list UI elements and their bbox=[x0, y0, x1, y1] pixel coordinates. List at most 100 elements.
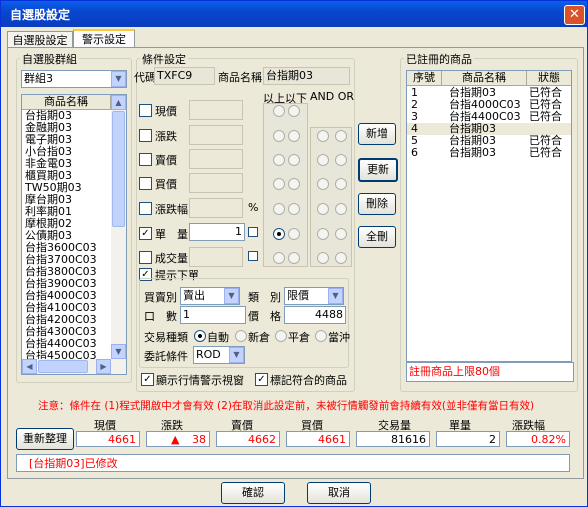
condition-checkbox[interactable]: ✓ bbox=[139, 227, 152, 240]
vertical-scrollbar[interactable]: ▲ ▼ bbox=[111, 95, 126, 359]
below-radio[interactable] bbox=[288, 130, 300, 142]
add-button[interactable]: 新增 bbox=[358, 123, 396, 145]
dialog-window: 自選股設定 ✕ 自選股設定 警示設定 自選股群組 群組3 ▼ 商品名稱 台指期0… bbox=[0, 0, 588, 507]
condition-label: 單 量 bbox=[155, 228, 188, 241]
chevron-down-icon[interactable]: ▼ bbox=[224, 288, 239, 304]
price-input[interactable]: 4488 bbox=[284, 306, 346, 324]
unit-checkbox[interactable] bbox=[248, 251, 258, 261]
clear-all-button[interactable]: 全刪 bbox=[358, 226, 396, 248]
below-radio[interactable] bbox=[288, 203, 300, 215]
scroll-right-icon[interactable]: ▶ bbox=[96, 359, 111, 374]
chevron-down-icon[interactable]: ▼ bbox=[328, 288, 343, 304]
buysell-select[interactable]: 賣出 ▼ bbox=[180, 287, 240, 305]
qty-label: 口 數 bbox=[144, 310, 177, 323]
scroll-left-icon[interactable]: ◀ bbox=[22, 359, 37, 374]
above-radio[interactable] bbox=[273, 105, 285, 117]
ok-button[interactable]: 確認 bbox=[221, 482, 285, 504]
condition-value-input[interactable] bbox=[189, 198, 243, 218]
col-name-header[interactable]: 商品名稱 bbox=[442, 71, 527, 86]
quote-change-value: 38 bbox=[192, 433, 206, 446]
mark-match-checkbox[interactable]: ✓ bbox=[255, 373, 268, 386]
condition-checkbox[interactable] bbox=[139, 129, 152, 142]
col-status-header[interactable]: 狀態 bbox=[527, 71, 571, 86]
cancel-button[interactable]: 取消 bbox=[307, 482, 371, 504]
table-row[interactable]: 6 台指期03 已符合 bbox=[407, 147, 571, 159]
condition-checkbox[interactable] bbox=[139, 251, 152, 264]
horizontal-scrollbar[interactable]: ◀ ▶ bbox=[22, 359, 126, 374]
trade-type-auto-radio[interactable] bbox=[194, 330, 206, 342]
above-radio[interactable] bbox=[273, 228, 285, 240]
below-radio[interactable] bbox=[288, 178, 300, 190]
product-list-items: 台指期03 金融期03 電子期03 小台指03 非金電03 櫃買期03 TW50期03 摩台期… bbox=[22, 110, 111, 374]
chevron-down-icon[interactable]: ▼ bbox=[111, 71, 126, 87]
close-button[interactable]: ✕ bbox=[564, 5, 585, 25]
condition-checkbox[interactable] bbox=[139, 177, 152, 190]
condition-value-input[interactable] bbox=[189, 173, 243, 193]
below-radio[interactable] bbox=[288, 154, 300, 166]
or-radio[interactable] bbox=[335, 203, 347, 215]
order-cond-select[interactable]: ROD ▼ bbox=[193, 346, 245, 364]
show-window-checkbox[interactable]: ✓ bbox=[141, 373, 154, 386]
code-label: 代碼 bbox=[134, 71, 156, 84]
update-button[interactable]: 更新 bbox=[358, 158, 398, 182]
buysell-label: 買賣別 bbox=[144, 291, 177, 304]
delete-button[interactable]: 刪除 bbox=[358, 193, 396, 215]
below-radio[interactable] bbox=[288, 252, 300, 264]
title-bar[interactable]: 自選股設定 ✕ bbox=[1, 1, 587, 27]
and-radio[interactable] bbox=[317, 203, 329, 215]
scroll-thumb[interactable] bbox=[112, 111, 125, 227]
unit-checkbox[interactable] bbox=[248, 227, 258, 237]
or-radio[interactable] bbox=[335, 154, 347, 166]
trade-type-close-radio[interactable] bbox=[275, 330, 287, 342]
above-radio[interactable] bbox=[273, 252, 285, 264]
above-radio[interactable] bbox=[273, 130, 285, 142]
quote-volume-value: 81616 bbox=[356, 431, 430, 447]
below-radio[interactable] bbox=[288, 105, 300, 117]
trade-type-daytrade-radio[interactable] bbox=[315, 330, 327, 342]
buysell-value: 賣出 bbox=[183, 289, 205, 302]
condition-value-input[interactable] bbox=[189, 247, 243, 267]
product-list[interactable]: 商品名稱 台指期03 金融期03 電子期03 小台指03 非金電03 櫃買期03 TW50期… bbox=[21, 94, 127, 375]
scroll-up-icon[interactable]: ▲ bbox=[111, 95, 126, 110]
above-radio[interactable] bbox=[273, 203, 285, 215]
and-radio[interactable] bbox=[317, 252, 329, 264]
type-select[interactable]: 限價 ▼ bbox=[284, 287, 344, 305]
quote-change-field: ▲ 38 bbox=[146, 431, 210, 447]
reorganize-button[interactable]: 重新整理 bbox=[16, 428, 74, 450]
hscroll-thumb[interactable] bbox=[38, 360, 88, 373]
and-radio[interactable] bbox=[317, 154, 329, 166]
col-no-header[interactable]: 序號 bbox=[407, 71, 442, 86]
name-label: 商品名稱 bbox=[218, 71, 262, 84]
qty-input[interactable]: 1 bbox=[180, 306, 246, 324]
registered-table[interactable]: 序號 商品名稱 狀態 1 台指期03 已符合 2 台指4000C03 已符合 3 台指4400… bbox=[406, 70, 572, 362]
below-radio[interactable] bbox=[288, 228, 300, 240]
notice-text: 注意：條件在 (1)程式開啟中才會有效 (2)在取消此設定前，未被行情觸發前會持… bbox=[38, 400, 535, 412]
condition-checkbox[interactable] bbox=[139, 202, 152, 215]
trade-type-close-label: 平倉 bbox=[288, 331, 310, 344]
condition-value-input[interactable] bbox=[189, 100, 243, 120]
or-radio[interactable] bbox=[335, 130, 347, 142]
trade-type-new-radio[interactable] bbox=[235, 330, 247, 342]
condition-value-input[interactable] bbox=[189, 149, 243, 169]
condition-checkbox[interactable] bbox=[139, 104, 152, 117]
condition-value-input[interactable] bbox=[189, 125, 243, 145]
registered-label: 已註冊的商品 bbox=[404, 51, 474, 67]
and-radio[interactable] bbox=[317, 228, 329, 240]
group-select[interactable]: 群組3 ▼ bbox=[21, 70, 127, 88]
above-radio[interactable] bbox=[273, 178, 285, 190]
condition-checkbox[interactable] bbox=[139, 153, 152, 166]
and-radio[interactable] bbox=[317, 130, 329, 142]
and-or-header: AND OR bbox=[310, 90, 355, 103]
or-radio[interactable] bbox=[335, 252, 347, 264]
condition-value-input[interactable]: 1 bbox=[189, 223, 245, 241]
above-radio[interactable] bbox=[273, 154, 285, 166]
chevron-down-icon[interactable]: ▼ bbox=[229, 347, 244, 363]
quote-tick-value: 2 bbox=[436, 431, 500, 447]
and-radio[interactable] bbox=[317, 178, 329, 190]
scroll-down-icon[interactable]: ▼ bbox=[111, 344, 126, 359]
tab-panel: 自選股群組 群組3 ▼ 商品名稱 台指期03 金融期03 電子期03 小台指03 非金電… bbox=[7, 47, 584, 479]
or-radio[interactable] bbox=[335, 228, 347, 240]
or-radio[interactable] bbox=[335, 178, 347, 190]
cell-name: 台指期03 bbox=[449, 146, 496, 159]
product-list-header[interactable]: 商品名稱 bbox=[22, 95, 111, 110]
